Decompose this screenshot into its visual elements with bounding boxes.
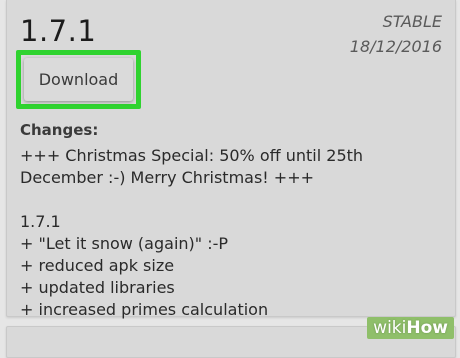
release-card: 1.7.1 STABLE 18/12/2016 Download Changes…: [6, 0, 456, 319]
version-title: 1.7.1: [20, 14, 97, 48]
download-button[interactable]: Download: [24, 58, 133, 101]
note-line: December :-) Merry Christmas! +++: [20, 168, 315, 187]
release-notes: +++ Christmas Special: 50% off until 25t…: [20, 145, 440, 321]
wikihow-watermark: wikiHow: [367, 317, 454, 339]
note-line: 1.7.1: [20, 212, 61, 231]
release-date: 18/12/2016: [349, 37, 442, 56]
changes-heading: Changes:: [20, 121, 99, 139]
wikihow-logo: wikiHow: [367, 317, 454, 339]
note-line: + reduced apk size: [20, 256, 175, 275]
note-line: + updated libraries: [20, 278, 175, 297]
note-line: + "Let it snow (again)" :-P: [20, 234, 229, 253]
note-line: +++ Christmas Special: 50% off until 25t…: [20, 146, 364, 165]
note-spacer: [20, 189, 440, 211]
release-channel: STABLE: [382, 12, 442, 31]
